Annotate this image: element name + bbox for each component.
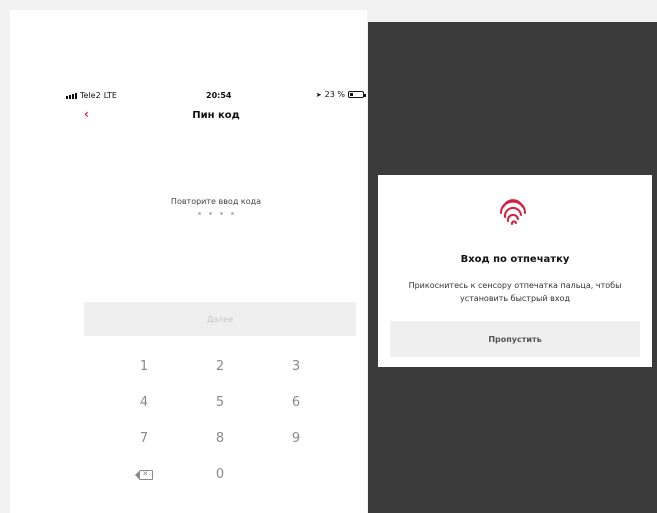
battery-icon (348, 91, 366, 98)
pin-dot (209, 212, 212, 215)
modal-title: Вход по отпечатку (460, 254, 570, 265)
pin-dots (66, 212, 366, 215)
battery-percent: 23 % (324, 90, 345, 99)
key-2[interactable]: 2 (190, 352, 250, 382)
network-type: LTE (103, 91, 117, 100)
carrier-name: Tele2 (80, 91, 101, 100)
next-button[interactable]: Далее (84, 302, 356, 336)
pin-prompt: Повторите ввод кода (170, 197, 262, 206)
fingerprint-icon (500, 199, 526, 225)
key-0[interactable]: 0 (190, 460, 250, 490)
key-3[interactable]: 3 (266, 352, 326, 382)
backspace-icon: ✕ (134, 470, 153, 480)
status-right: ➤ 23 % (315, 90, 366, 99)
delete-key[interactable]: ✕ (114, 460, 174, 490)
page-title: Пин код (192, 110, 240, 121)
modal-description: Прикоснитесь к сенсору отпечатка пальца,… (408, 281, 622, 303)
skip-button[interactable]: Пропустить (390, 321, 640, 357)
fingerprint-modal: Вход по отпечатку Прикоснитесь к сенсору… (378, 175, 652, 367)
key-5[interactable]: 5 (190, 388, 250, 418)
pin-dot (198, 212, 201, 215)
battery-fill (350, 93, 353, 96)
pin-dot (231, 212, 234, 215)
key-4[interactable]: 4 (114, 388, 174, 418)
signal-group: Tele2 LTE (66, 91, 117, 100)
key-9[interactable]: 9 (266, 424, 326, 454)
status-time: 20:54 (206, 91, 232, 100)
location-arrow-icon: ➤ (315, 90, 322, 99)
key-1[interactable]: 1 (114, 352, 174, 382)
status-bar: Tele2 LTE 20:54 ➤ 23 % (66, 90, 366, 102)
pin-dot (220, 212, 223, 215)
key-6[interactable]: 6 (266, 388, 326, 418)
signal-bars-icon (66, 92, 77, 99)
key-8[interactable]: 8 (190, 424, 250, 454)
key-7[interactable]: 7 (114, 424, 174, 454)
